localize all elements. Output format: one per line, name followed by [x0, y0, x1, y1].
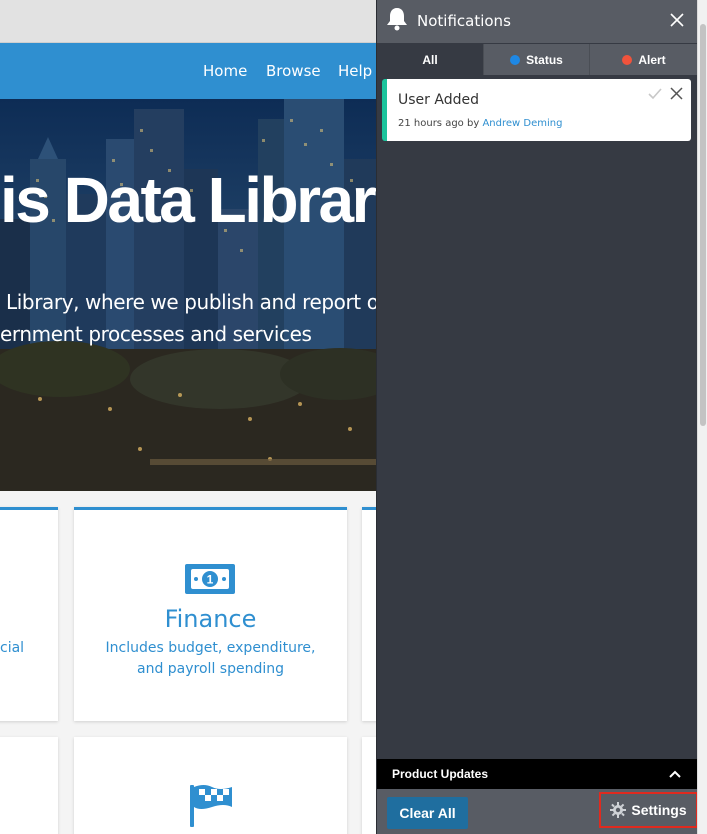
chevron-up-icon[interactable]	[668, 769, 682, 779]
card-title-finance: Finance	[164, 605, 257, 633]
clear-all-button[interactable]: Clear All	[387, 797, 468, 829]
card-description-finance: Includes budget, expenditure, and payrol…	[105, 640, 316, 677]
product-updates-bar[interactable]: Product Updates	[377, 759, 698, 789]
hero-subtitle-line-1: Library, where we publish and report on	[6, 290, 376, 314]
hero-subtitle-line-2: ernment processes and services	[0, 322, 312, 346]
bell-icon	[387, 8, 407, 31]
background-site: Home Browse Help is Data Library Library…	[0, 0, 376, 834]
notification-user-link[interactable]: Andrew Deming	[482, 118, 562, 129]
tab-status-label: Status	[526, 52, 563, 67]
notifications-footer: Clear All Settings	[377, 789, 698, 834]
notification-time: 21 hours ago	[398, 118, 464, 129]
notification-tabs: All Status Alert	[377, 44, 698, 75]
settings-label: Settings	[631, 802, 687, 818]
money-bill-icon: 1	[185, 564, 235, 594]
page-scrollbar[interactable]	[697, 0, 707, 834]
alert-dot-icon	[622, 54, 633, 65]
gear-icon	[610, 802, 627, 818]
status-dot-icon	[510, 54, 521, 65]
notifications-title: Notifications	[417, 12, 511, 30]
dismiss-icon[interactable]	[670, 87, 683, 100]
category-card-partial-row2[interactable]	[0, 737, 58, 834]
tab-all-label: All	[422, 52, 438, 67]
tab-all[interactable]: All	[377, 44, 483, 75]
notifications-header: Notifications	[377, 0, 698, 43]
category-card-flag[interactable]	[74, 737, 347, 834]
card-description-partial: cial	[0, 640, 25, 656]
svg-text:1: 1	[207, 573, 214, 587]
hero-banner: is Data Library Library, where we publis…	[0, 99, 376, 491]
notification-meta: 21 hours ago by Andrew Deming	[398, 118, 562, 129]
flag-icon	[190, 785, 232, 827]
category-card-finance[interactable]: 1 Finance Includes budget, expenditure, …	[74, 507, 347, 721]
product-updates-label: Product Updates	[392, 767, 489, 781]
site-navbar: Home Browse Help	[0, 43, 376, 99]
nav-home-link[interactable]: Home	[203, 62, 247, 80]
scrollbar-thumb[interactable]	[700, 24, 706, 426]
notifications-panel: Notifications All Status Alert User Adde…	[376, 0, 698, 834]
close-icon[interactable]	[667, 10, 687, 30]
hero-title: is Data Library	[0, 164, 376, 236]
tab-alert[interactable]: Alert	[589, 44, 698, 75]
tab-status[interactable]: Status	[483, 44, 589, 75]
notification-title: User Added	[398, 92, 479, 108]
category-card-partial-right-row2[interactable]	[362, 737, 376, 834]
mark-read-check-icon[interactable]	[648, 88, 662, 100]
nav-help-link[interactable]: Help	[338, 62, 372, 80]
nav-browse-link[interactable]: Browse	[266, 62, 321, 80]
category-card-partial-right[interactable]	[362, 507, 376, 721]
notification-item[interactable]: User Added 21 hours ago by Andrew Deming	[382, 79, 691, 141]
browser-top-strip	[0, 0, 376, 43]
notification-by: by	[466, 118, 480, 129]
tab-alert-label: Alert	[638, 52, 666, 67]
category-card-partial[interactable]: cial	[0, 507, 58, 721]
settings-button[interactable]: Settings	[599, 792, 698, 828]
